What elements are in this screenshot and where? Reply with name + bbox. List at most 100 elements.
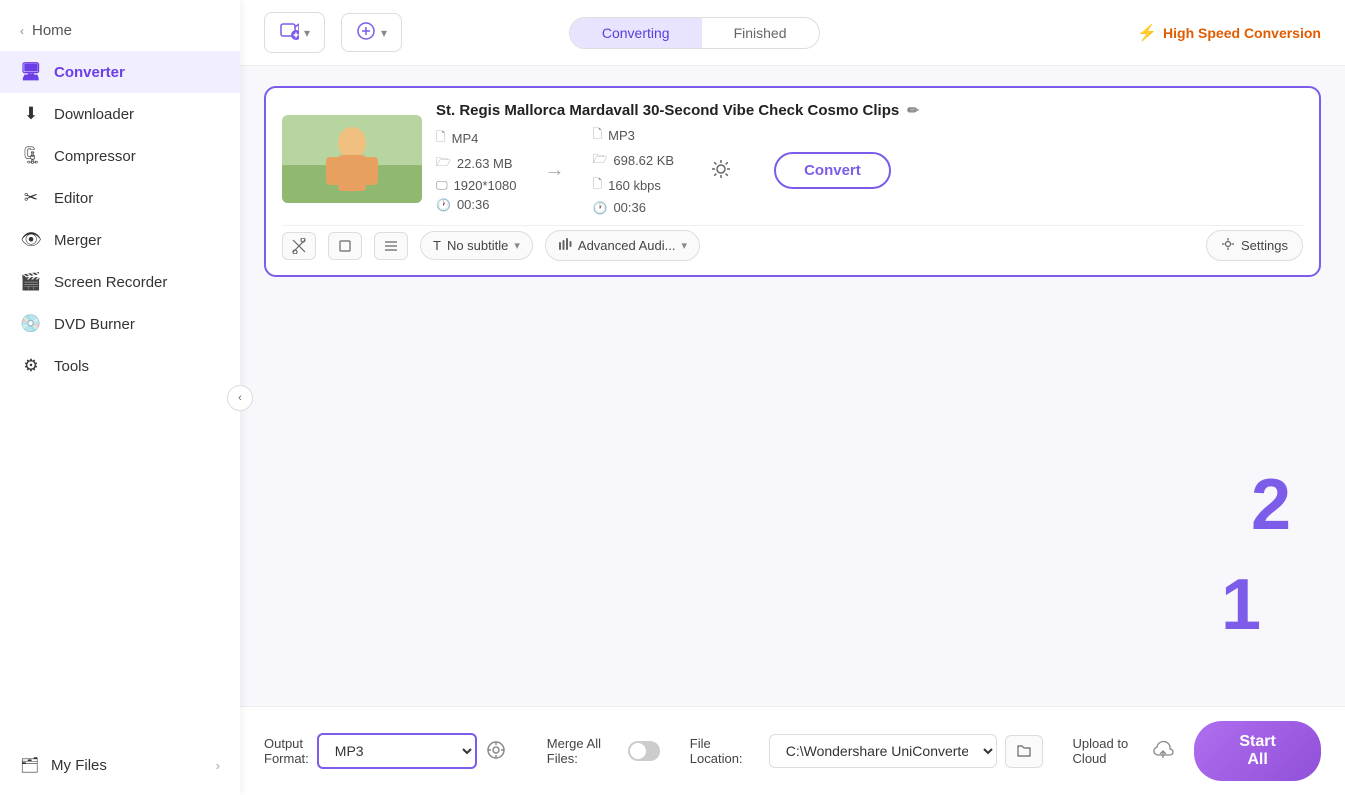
gear-area xyxy=(704,152,738,189)
upload-cloud-row: Upload to Cloud xyxy=(1073,736,1175,766)
output-format-row: 🗋 MP3 xyxy=(592,125,674,146)
high-speed-button[interactable]: ⚡ High Speed Conversion xyxy=(1137,23,1321,43)
content-inner: 1 2 xyxy=(264,277,1321,686)
resolution-icon: 🖵 xyxy=(436,178,448,193)
audio-dropdown[interactable]: Advanced Audi... ▾ xyxy=(545,230,700,261)
output-bitrate-row: 🗋 160 kbps xyxy=(592,175,674,196)
my-files-icon: 🗂 xyxy=(20,756,39,774)
list-button[interactable] xyxy=(374,232,408,260)
home-label: Home xyxy=(32,22,72,39)
topbar: ▾ ▾ Converting Finished ⚡ High Speed Con… xyxy=(240,0,1345,66)
audio-chevron-icon: ▾ xyxy=(681,239,687,252)
clock-icon: 🕐 xyxy=(436,198,451,212)
settings-gear-button[interactable] xyxy=(704,152,738,189)
merge-files-row: Merge All Files: xyxy=(547,736,660,766)
upload-cloud-button[interactable] xyxy=(1152,739,1174,764)
file-card-toolbar: T No subtitle ▾ Advanced Audi... xyxy=(282,225,1303,261)
number-1-badge: 1 xyxy=(1221,564,1261,646)
sidebar-item-label: Merger xyxy=(54,232,102,249)
sidebar-item-compressor[interactable]: 🗜 Compressor xyxy=(0,135,240,177)
sidebar-item-dvd-burner[interactable]: 💿 DVD Burner xyxy=(0,303,240,345)
sidebar-home[interactable]: ‹ Home xyxy=(0,10,240,51)
convert-button[interactable]: Convert xyxy=(774,152,891,189)
arrow-icon: → xyxy=(536,159,572,182)
source-resolution-row: 🖵 1920*1080 xyxy=(436,178,516,193)
source-format: MP4 xyxy=(452,131,479,146)
merge-toggle[interactable] xyxy=(628,741,659,761)
number-2-badge: 2 xyxy=(1251,464,1291,546)
sidebar-item-screen-recorder[interactable]: 🎬 Screen Recorder xyxy=(0,261,240,303)
output-size: 698.62 KB xyxy=(613,153,674,168)
sidebar-item-label: Downloader xyxy=(54,106,134,123)
merge-label: Merge All Files: xyxy=(547,736,621,766)
sidebar-item-label: DVD Burner xyxy=(54,316,135,333)
file-location-label: File Location: xyxy=(690,736,761,766)
sidebar-item-label: Tools xyxy=(54,358,89,375)
editor-icon: ✂ xyxy=(20,188,42,208)
cut-button[interactable] xyxy=(282,232,316,260)
sidebar-item-editor[interactable]: ✂ Editor xyxy=(0,177,240,219)
settings-icon xyxy=(1221,237,1235,254)
add-more-icon xyxy=(356,21,376,44)
settings-label: Settings xyxy=(1241,238,1288,253)
tab-group: Converting Finished xyxy=(569,17,820,49)
sidebar-item-label: Screen Recorder xyxy=(54,274,167,291)
content-area: St. Regis Mallorca Mardavall 30-Second V… xyxy=(240,66,1345,706)
screen-recorder-icon: 🎬 xyxy=(20,272,42,292)
chevron-left-icon: ‹ xyxy=(20,24,24,38)
output-format-label: Output Format: xyxy=(264,736,309,766)
output-file-icon: 🗋 xyxy=(592,125,602,146)
sidebar-item-merger[interactable]: 👁 Merger xyxy=(0,219,240,261)
crop-button[interactable] xyxy=(328,232,362,260)
file-meta: 🗋 MP4 🗁 22.63 MB 🖵 1920*1080 xyxy=(436,125,1303,215)
browse-folder-button[interactable] xyxy=(1005,735,1043,768)
output-duration: 00:36 xyxy=(613,200,646,215)
subtitle-icon: T xyxy=(433,238,441,253)
source-size-row: 🗁 22.63 MB xyxy=(436,153,516,174)
location-select[interactable]: C:\Wondershare UniConverter 1 xyxy=(769,734,997,768)
converter-icon: 🖥 xyxy=(20,62,42,82)
merger-icon: 👁 xyxy=(20,230,42,250)
sidebar-item-converter[interactable]: 🖥 Converter xyxy=(0,51,240,93)
file-icon: 🗋 xyxy=(436,128,446,149)
sidebar-item-tools[interactable]: ⚙ Tools xyxy=(0,345,240,387)
folder-icon: 🗁 xyxy=(436,153,451,174)
tab-finished[interactable]: Finished xyxy=(702,18,819,48)
output-meta: 🗋 MP3 🗁 698.62 KB 🗋 160 kbps xyxy=(592,125,674,215)
output-bitrate: 160 kbps xyxy=(608,178,661,193)
subtitle-chevron-icon: ▾ xyxy=(514,239,520,252)
speed-label: High Speed Conversion xyxy=(1163,25,1321,41)
add-more-button[interactable]: ▾ xyxy=(341,13,402,52)
compressor-icon: 🗜 xyxy=(20,146,42,166)
sidebar: ‹ Home 🖥 Converter ⬇ Downloader 🗜 Compre… xyxy=(0,0,240,795)
chevron-down-icon: ▾ xyxy=(304,26,310,40)
upload-cloud-label: Upload to Cloud xyxy=(1073,736,1147,766)
start-all-button[interactable]: Start All xyxy=(1194,721,1321,781)
add-video-icon xyxy=(279,20,299,45)
add-video-button[interactable]: ▾ xyxy=(264,12,325,53)
tools-icon: ⚙ xyxy=(20,356,42,376)
lightning-icon: ⚡ xyxy=(1137,23,1157,43)
edit-title-icon[interactable]: ✏ xyxy=(907,102,919,119)
source-size: 22.63 MB xyxy=(457,156,513,171)
bottom-settings-button[interactable]: Settings xyxy=(1206,230,1303,261)
output-clock-icon: 🕐 xyxy=(592,201,607,215)
bitrate-icon: 🗋 xyxy=(592,175,602,196)
collapse-sidebar-button[interactable]: ‹ xyxy=(227,385,253,411)
file-card: St. Regis Mallorca Mardavall 30-Second V… xyxy=(264,86,1321,277)
format-select[interactable]: MP3 MP4 AAC WAV xyxy=(317,733,477,769)
output-duration-row: 🕐 00:36 xyxy=(592,200,674,215)
source-resolution: 1920*1080 xyxy=(454,178,517,193)
bottom-bar: Output Format: MP3 MP4 AAC WAV Merge All… xyxy=(240,706,1345,795)
file-thumbnail xyxy=(282,115,422,203)
toggle-knob xyxy=(630,743,646,759)
output-format: MP3 xyxy=(608,128,635,143)
format-settings-button[interactable] xyxy=(485,739,507,764)
sidebar-item-downloader[interactable]: ⬇ Downloader xyxy=(0,93,240,135)
my-files-label: My Files xyxy=(51,757,107,774)
dvd-burner-icon: 💿 xyxy=(20,314,42,334)
tab-converting[interactable]: Converting xyxy=(570,18,702,48)
sidebar-item-my-files[interactable]: 🗂 My Files › xyxy=(0,745,240,785)
subtitle-dropdown[interactable]: T No subtitle ▾ xyxy=(420,231,533,260)
sidebar-item-label: Editor xyxy=(54,190,93,207)
